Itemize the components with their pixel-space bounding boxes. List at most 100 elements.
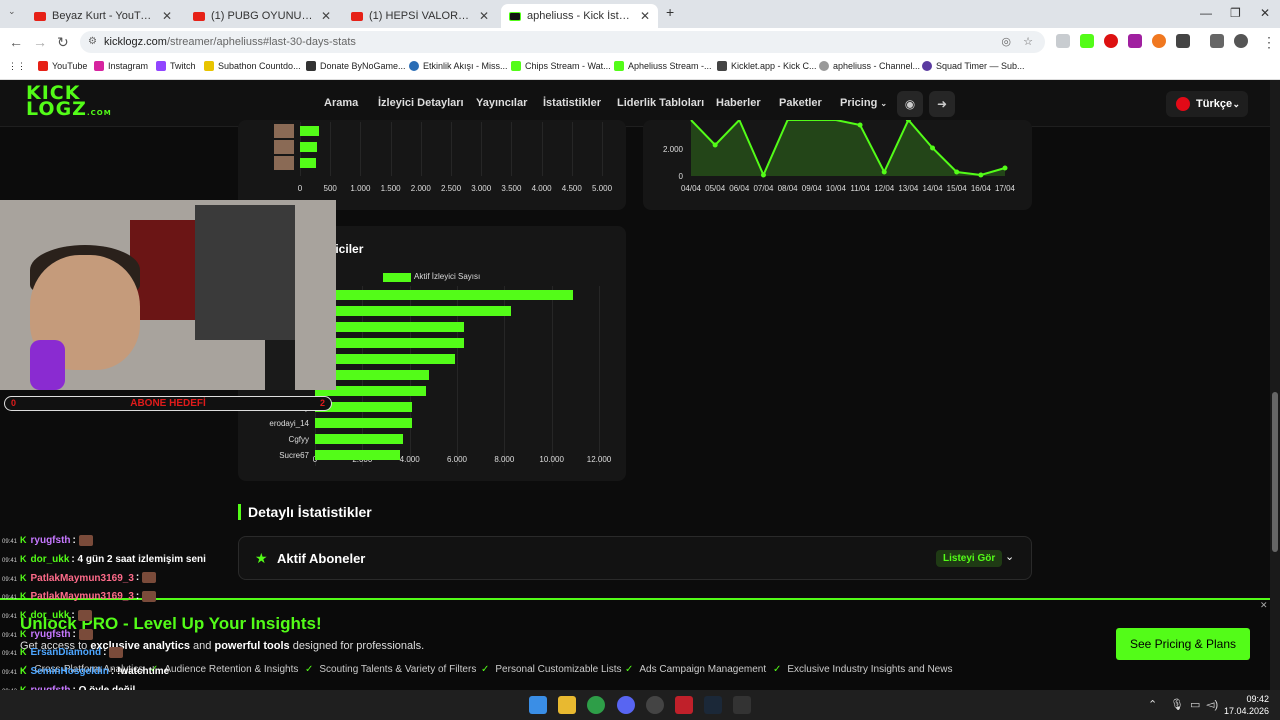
scrollbar-thumb[interactable] bbox=[1272, 392, 1278, 552]
bookmark-channel[interactable]: apheliuss - Channel... bbox=[819, 61, 920, 71]
page-scrollbar[interactable] bbox=[1270, 80, 1280, 698]
chat-username[interactable]: ErsanDiamond bbox=[31, 647, 102, 658]
close-icon[interactable]: ✕ bbox=[162, 9, 172, 23]
bookmark-youtube[interactable]: YouTube bbox=[38, 61, 87, 71]
bar[interactable] bbox=[315, 418, 413, 428]
new-tab-icon[interactable]: + bbox=[666, 4, 674, 20]
login-icon[interactable]: ➜ bbox=[929, 91, 955, 117]
volume-icon[interactable]: ◅) bbox=[1206, 698, 1218, 711]
show-list-button[interactable]: Listeyi Gör bbox=[936, 550, 1003, 567]
nav-izleyici-detaylari[interactable]: İzleyici Detayları bbox=[378, 97, 464, 109]
data-point[interactable] bbox=[712, 142, 718, 148]
data-point[interactable] bbox=[954, 169, 960, 175]
obs-icon[interactable] bbox=[646, 696, 664, 714]
epic-games-icon[interactable] bbox=[733, 696, 751, 714]
chevron-down-icon[interactable]: ⌄ bbox=[1005, 550, 1014, 563]
tab-youtube-2[interactable]: (1) PUBG OYUNU YASAKLANACAK ✕ bbox=[185, 4, 339, 28]
media-icon[interactable] bbox=[1210, 34, 1224, 48]
reload-icon[interactable]: ↻ bbox=[57, 34, 69, 51]
close-icon[interactable]: ✕ bbox=[321, 9, 331, 23]
bookmark-twitch[interactable]: Twitch bbox=[156, 61, 196, 71]
back-icon[interactable]: ← bbox=[9, 34, 23, 50]
data-point[interactable] bbox=[978, 172, 984, 178]
pro-promo-banner: ✕ Unlock PRO - Level Up Your Insights! G… bbox=[0, 598, 1270, 698]
bookmark-squad-timer[interactable]: Squad Timer — Sub... bbox=[922, 61, 1025, 71]
bookmark-etkinlik[interactable]: Etkinlik Akışı - Miss... bbox=[409, 61, 508, 71]
bar[interactable] bbox=[315, 306, 512, 316]
nav-paketler[interactable]: Paketler bbox=[779, 97, 822, 109]
extension-orange-icon[interactable] bbox=[1152, 34, 1166, 48]
eye-off-icon[interactable]: ◎ bbox=[1001, 31, 1011, 53]
data-point[interactable] bbox=[1002, 165, 1008, 171]
close-window-icon[interactable]: ✕ bbox=[1260, 6, 1270, 20]
url-field[interactable]: ⚙ kicklogz.com/streamer/apheliuss#last-3… bbox=[80, 31, 1045, 53]
active-subscribers-accordion[interactable]: ★ Aktif Aboneler Listeyi Gör ⌄ bbox=[238, 536, 1032, 580]
data-point[interactable] bbox=[760, 172, 766, 178]
tab-kicklogz[interactable]: apheliuss - Kick İstatistikleri ✕ bbox=[501, 4, 658, 28]
bar[interactable] bbox=[315, 450, 401, 460]
chrome-icon[interactable] bbox=[587, 696, 605, 714]
close-icon[interactable]: ✕ bbox=[1260, 600, 1268, 611]
bar[interactable] bbox=[315, 338, 465, 348]
maximize-icon[interactable]: ❐ bbox=[1230, 6, 1241, 20]
extensions-puzzle-icon[interactable] bbox=[1176, 34, 1190, 48]
discord-icon[interactable]: ◉ bbox=[897, 91, 923, 117]
language-selector[interactable]: Türkçe ⌄ bbox=[1166, 91, 1248, 117]
file-explorer-icon[interactable] bbox=[558, 696, 576, 714]
tab-youtube-3[interactable]: (1) HEPSİ VALORANT YÜZÜNDEN ✕ bbox=[343, 4, 497, 28]
close-icon[interactable]: ✕ bbox=[640, 9, 650, 23]
chat-username[interactable]: dor_ukk bbox=[31, 554, 70, 565]
bar[interactable] bbox=[315, 434, 403, 444]
chat-username[interactable]: ryugfsth bbox=[31, 535, 71, 546]
chat-username[interactable]: SeminHosgeldin bbox=[31, 666, 109, 677]
data-point[interactable] bbox=[857, 122, 863, 128]
chat-username[interactable]: dor_ukk bbox=[31, 610, 70, 621]
nav-haberler[interactable]: Haberler bbox=[716, 97, 761, 109]
bar[interactable] bbox=[315, 322, 465, 332]
extension-purple-icon[interactable] bbox=[1128, 34, 1142, 48]
red-app-icon[interactable] bbox=[675, 696, 693, 714]
bookmark-apheliuss[interactable]: Apheliuss Stream -... bbox=[614, 61, 712, 71]
site-info-icon[interactable]: ⚙ bbox=[88, 31, 97, 53]
start-icon[interactable] bbox=[529, 696, 547, 714]
data-point[interactable] bbox=[881, 169, 887, 175]
bar[interactable] bbox=[315, 290, 573, 300]
system-clock[interactable]: 09:42 17.04.2026 bbox=[1224, 693, 1269, 717]
tab-search-icon[interactable]: ⌄ bbox=[8, 6, 16, 17]
extension-kick-icon[interactable] bbox=[1080, 34, 1094, 48]
profile-avatar[interactable] bbox=[1234, 34, 1248, 48]
close-icon[interactable]: ✕ bbox=[479, 9, 489, 23]
legend-label[interactable]: Aktif İzleyici Sayısı bbox=[414, 272, 480, 281]
tray-chevron-icon[interactable]: ⌃ bbox=[1148, 698, 1157, 711]
data-point[interactable] bbox=[930, 145, 936, 151]
bookmark-instagram[interactable]: Instagram bbox=[94, 61, 148, 71]
bookmark-kicklet[interactable]: Kicklet.app - Kick C... bbox=[717, 61, 817, 71]
bookmark-subathon[interactable]: Subathon Countdo... bbox=[204, 61, 301, 71]
tab-youtube-1[interactable]: Beyaz Kurt - YouTube ✕ bbox=[26, 4, 180, 28]
nav-yayincilar[interactable]: Yayıncılar bbox=[476, 97, 527, 109]
extension-red-icon[interactable] bbox=[1104, 34, 1118, 48]
minimize-icon[interactable]: — bbox=[1200, 6, 1212, 20]
microphone-icon[interactable]: 🎙︎ bbox=[1170, 698, 1184, 711]
chat-username[interactable]: ryugfsth bbox=[31, 629, 71, 640]
logo-line-2: LOGZ bbox=[26, 98, 87, 120]
network-icon[interactable]: ▭ bbox=[1190, 698, 1200, 711]
nav-istatistikler[interactable]: İstatistikler bbox=[543, 97, 601, 109]
nav-arama[interactable]: Arama bbox=[324, 97, 358, 109]
nav-pricing[interactable]: Pricing ⌄ bbox=[840, 97, 887, 109]
apps-grid-icon[interactable]: ⋮⋮ bbox=[8, 61, 26, 72]
chat-username[interactable]: PatlakMaymun3169_3 bbox=[31, 573, 134, 584]
chat-time: 09:41 bbox=[2, 557, 18, 564]
see-pricing-button[interactable]: See Pricing & Plans bbox=[1116, 628, 1250, 660]
chat-username[interactable]: PatlakMaymun3169_3 bbox=[31, 591, 134, 602]
bookmark-chips[interactable]: Chips Stream - Wat... bbox=[511, 61, 611, 71]
star-icon[interactable]: ☆ bbox=[1023, 31, 1033, 53]
bookmark-bynogame[interactable]: Donate ByNoGame... bbox=[306, 61, 406, 71]
forward-icon[interactable]: → bbox=[33, 34, 47, 50]
nav-liderlik-tablolari[interactable]: Liderlik Tabloları bbox=[617, 97, 704, 109]
steam-icon[interactable] bbox=[704, 696, 722, 714]
menu-icon[interactable]: ⋮ bbox=[1262, 34, 1276, 51]
kicklogz-logo[interactable]: KICK LOGZ.COM bbox=[26, 84, 112, 121]
extension-shield-icon[interactable] bbox=[1056, 34, 1070, 48]
discord-app-icon[interactable] bbox=[617, 696, 635, 714]
